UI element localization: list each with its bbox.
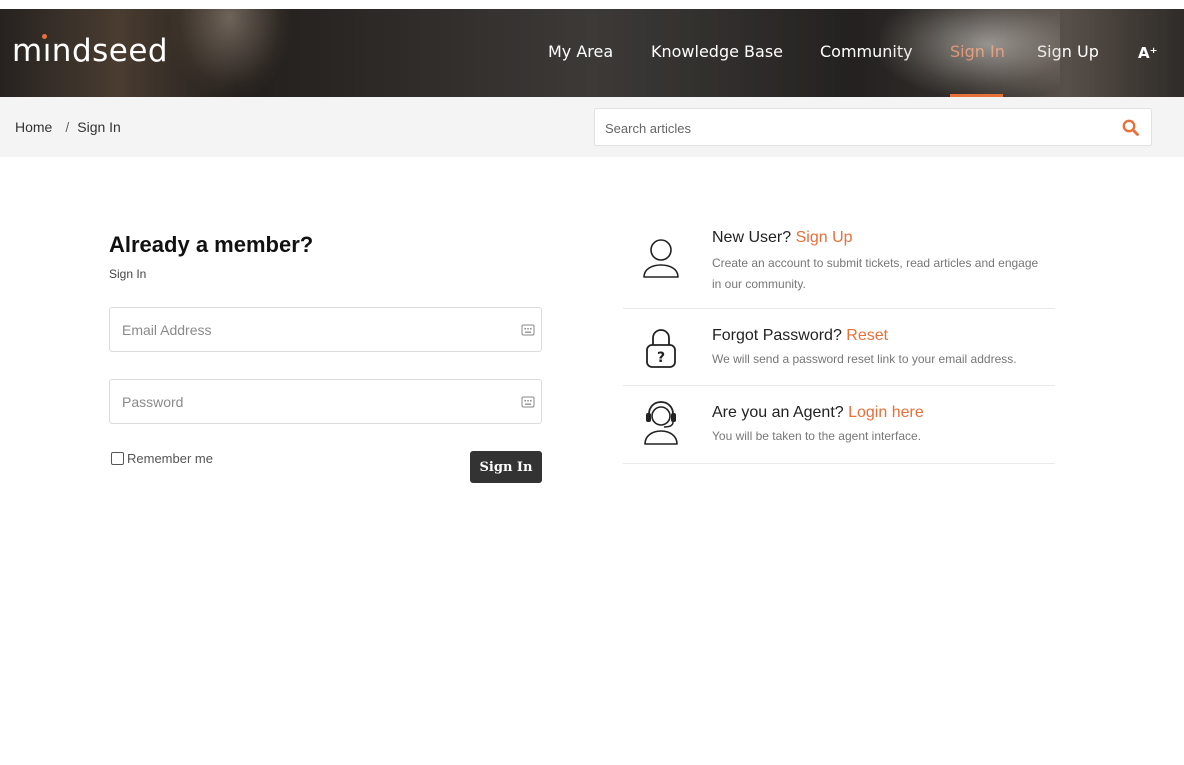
reset-link[interactable]: Reset [846,327,888,344]
forgot-password-description: We will send a password reset link to yo… [712,352,1017,366]
nav-sign-in[interactable]: Sign In [950,42,1005,61]
logo-dot [42,34,47,39]
new-user-description: Create an account to submit tickets, rea… [712,256,1039,291]
agent-description: You will be taken to the agent interface… [712,429,922,443]
agent-heading: Are you an Agent? [712,404,844,421]
agent-block: Are you an Agent? Login here You will be… [623,401,1055,454]
breadcrumb: Home / Sign In [15,119,121,135]
search-input[interactable] [605,117,1105,139]
search-icon[interactable] [1121,118,1141,138]
site-header: mındseed My Area Knowledge Base Communit… [0,9,1184,97]
password-input[interactable] [122,392,512,412]
svg-text:?: ? [657,350,665,366]
remember-me-label: Remember me [127,451,213,466]
new-user-title: New User? Sign Up [712,229,853,247]
breadcrumb-separator: / [65,119,70,135]
divider [623,308,1055,309]
lock-question-icon: ? [646,329,676,368]
sign-in-button[interactable]: Sign In [470,451,542,483]
nav-community[interactable]: Community [820,42,913,61]
breadcrumb-home[interactable]: Home [15,119,52,135]
nav-knowledge-base[interactable]: Knowledge Base [651,42,783,61]
password-field [109,379,542,424]
headset-agent-icon [644,401,678,445]
remember-me[interactable]: Remember me [111,451,213,466]
divider [623,463,1055,464]
email-field [109,307,542,352]
keyboard-icon[interactable] [521,324,535,337]
form-subtitle: Sign In [109,267,147,281]
accessibility-text-size-icon[interactable]: A⁺ [1138,44,1158,62]
new-user-block: New User? Sign Up Create an account to s… [623,229,1055,299]
new-user-heading: New User? [712,229,792,246]
email-input[interactable] [122,320,512,340]
forgot-password-heading: Forgot Password? [712,327,842,344]
main-nav: My Area Knowledge Base Community Sign In… [0,42,1184,72]
agent-login-link[interactable]: Login here [848,404,924,421]
forgot-password-block: ? Forgot Password? Reset We will send a … [623,327,1055,377]
agent-title: Are you an Agent? Login here [712,404,924,422]
keyboard-icon[interactable] [521,396,535,409]
search-box [594,108,1152,146]
form-title: Already a member? [109,232,314,257]
forgot-password-title: Forgot Password? Reset [712,327,888,345]
nav-my-area[interactable]: My Area [548,42,613,61]
user-icon [643,239,679,278]
divider [623,385,1055,386]
breadcrumb-current: Sign In [77,119,121,135]
remember-me-checkbox[interactable] [111,452,124,465]
subheader-bar: Home / Sign In [0,97,1184,157]
nav-sign-up[interactable]: Sign Up [1037,42,1099,61]
sign-up-link[interactable]: Sign Up [796,229,853,246]
